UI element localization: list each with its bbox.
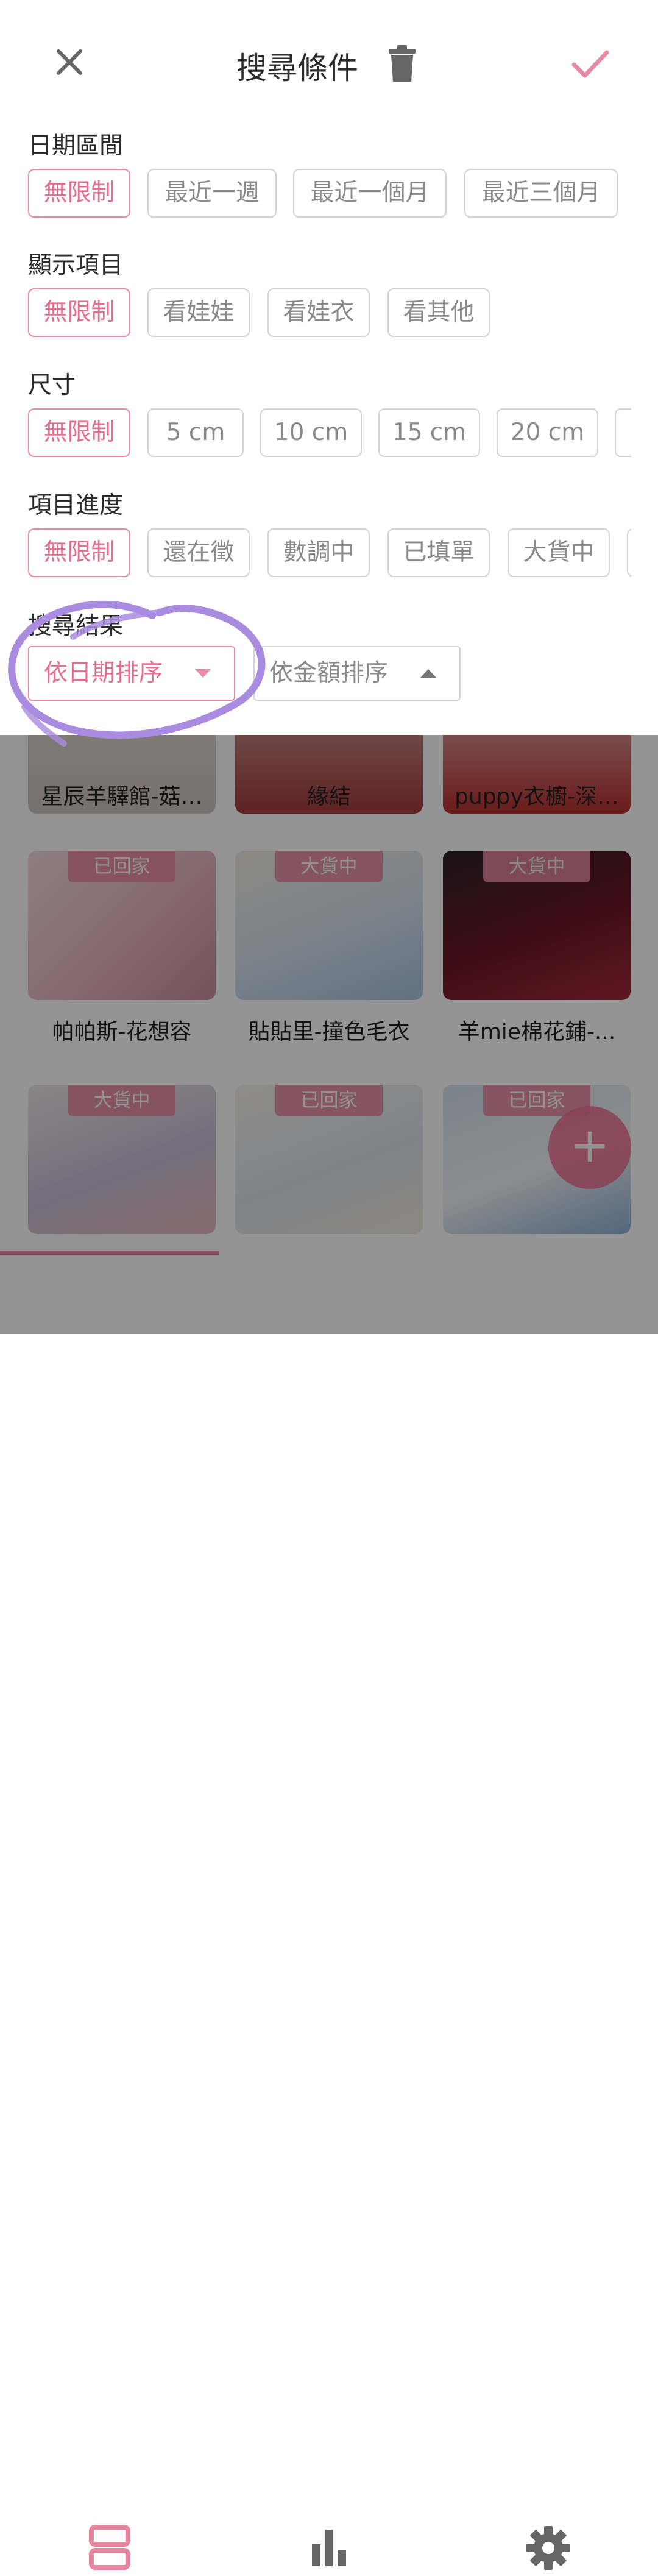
chip-type-unlimited[interactable]: 無限制: [28, 288, 130, 337]
result-sort-label: 搜尋結果: [28, 612, 124, 640]
close-icon: [57, 49, 82, 75]
nav-list-button[interactable]: [73, 2522, 146, 2574]
chip-progress-more[interactable]: [627, 528, 631, 577]
chip-progress-ordered[interactable]: 已填單: [387, 528, 490, 577]
caret-down-icon: [195, 669, 211, 678]
chip-size-20cm[interactable]: 20 cm: [497, 408, 598, 457]
sort-by-amount-label: 依金額排序: [269, 659, 389, 687]
display-type-label: 顯示項目: [28, 252, 124, 279]
chip-progress-production[interactable]: 大貨中: [508, 528, 610, 577]
chip-progress-collecting[interactable]: 還在徵: [147, 528, 250, 577]
chip-type-dolls[interactable]: 看娃娃: [147, 288, 250, 337]
date-range-options: 無限制 最近一週 最近一個月 最近三個月: [28, 169, 631, 224]
page-title: 搜尋條件: [236, 51, 358, 86]
size-options: 無限制 5 cm 10 cm 15 cm 20 cm: [28, 408, 631, 463]
chip-date-last-week[interactable]: 最近一週: [147, 169, 277, 218]
modal-scrim[interactable]: [0, 734, 658, 1334]
chip-size-15cm[interactable]: 15 cm: [378, 408, 480, 457]
size-label: 尺寸: [28, 372, 76, 399]
display-type-options: 無限制 看娃娃 看娃衣 看其他: [28, 288, 631, 343]
chip-date-last-month[interactable]: 最近一個月: [293, 169, 447, 218]
chip-size-5cm[interactable]: 5 cm: [147, 408, 244, 457]
clear-filters-button[interactable]: [386, 45, 418, 83]
chip-progress-surveying[interactable]: 數調中: [267, 528, 370, 577]
chip-type-other[interactable]: 看其他: [387, 288, 490, 337]
date-range-label: 日期區間: [28, 132, 124, 160]
search-filter-sheet: 搜尋條件 日期區間 無限制 最近一週 最近一個月 最近三個月 顯示項目 無限制 …: [0, 0, 658, 735]
chip-size-unlimited[interactable]: 無限制: [28, 408, 130, 457]
chip-progress-unlimited[interactable]: 無限制: [28, 528, 130, 577]
sort-by-amount-button[interactable]: 依金額排序: [253, 646, 461, 701]
caret-up-icon: [420, 669, 436, 678]
chip-date-unlimited[interactable]: 無限制: [28, 169, 130, 218]
chart-icon: [312, 2530, 346, 2566]
close-button[interactable]: [50, 43, 89, 82]
list-icon: [89, 2525, 130, 2570]
nav-stats-button[interactable]: [292, 2522, 366, 2574]
sheet-header: 搜尋條件: [0, 0, 658, 122]
progress-label: 項目進度: [28, 492, 124, 519]
chip-type-clothes[interactable]: 看娃衣: [267, 288, 370, 337]
confirm-button[interactable]: [569, 43, 610, 84]
chip-date-last-3-months[interactable]: 最近三個月: [464, 169, 618, 218]
nav-settings-button[interactable]: [512, 2522, 585, 2574]
trash-icon: [389, 45, 416, 82]
sort-by-date-button[interactable]: 依日期排序: [28, 646, 235, 701]
gear-icon: [526, 2526, 570, 2570]
chip-size-more[interactable]: [615, 408, 631, 457]
chip-size-10cm[interactable]: 10 cm: [260, 408, 362, 457]
sort-by-date-label: 依日期排序: [44, 659, 163, 687]
check-icon: [571, 50, 609, 78]
progress-options: 無限制 還在徵 數調中 已填單 大貨中: [28, 528, 631, 583]
